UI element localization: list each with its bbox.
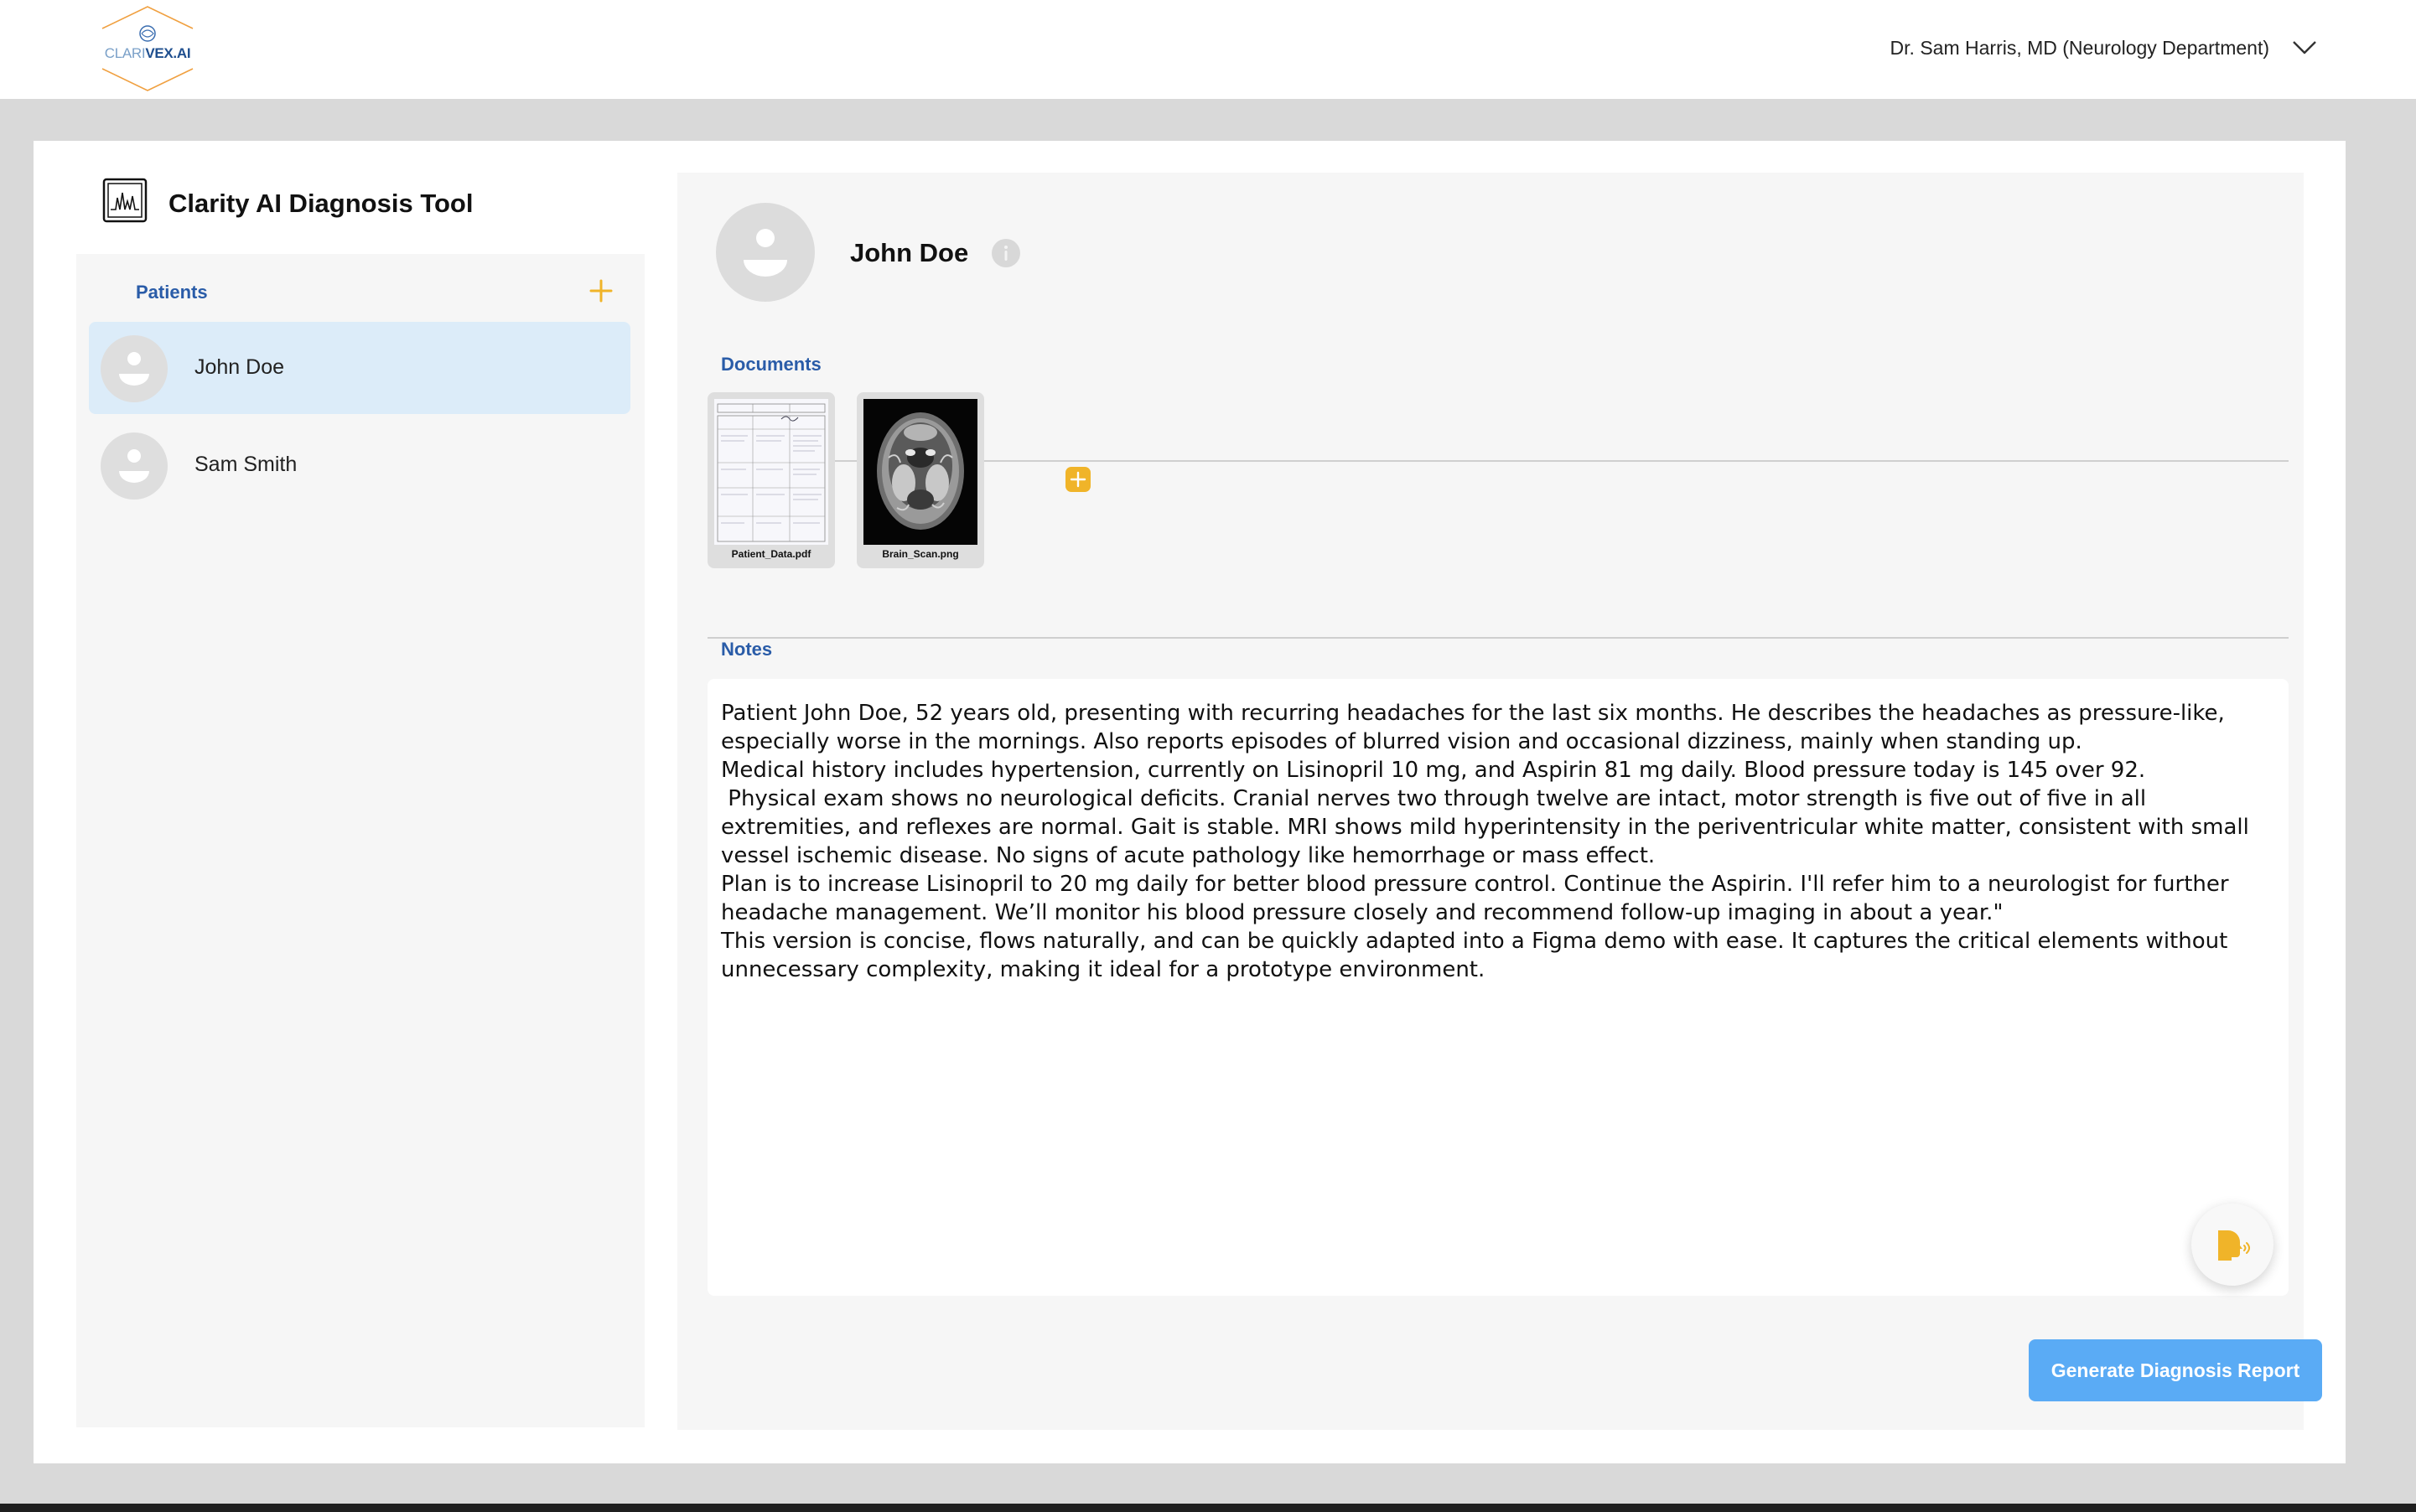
patient-row-sam-smith[interactable]: Sam Smith [89, 419, 630, 511]
info-icon[interactable] [991, 238, 1021, 268]
document-file-name: Patient_Data.pdf [731, 548, 811, 560]
patient-name: John Doe [194, 355, 285, 379]
patient-name: Sam Smith [194, 453, 298, 476]
pdf-document-thumbnail [714, 399, 828, 545]
speaking-head-icon [2218, 1230, 2250, 1261]
notes-section-label: Notes [721, 639, 773, 660]
app-title: Clarity AI Diagnosis Tool [168, 189, 474, 218]
generate-diagnosis-report-button[interactable]: Generate Diagnosis Report [2029, 1339, 2322, 1401]
documents-section-label: Documents [721, 354, 822, 375]
bottom-edge [0, 1504, 2416, 1512]
logo-text: CLARIVEX.AI [104, 45, 191, 61]
patients-section-label: Patients [136, 282, 208, 303]
brain-scan-thumbnail [863, 399, 977, 545]
document-tile-brain-scan[interactable]: Brain_Scan.png [857, 392, 984, 568]
document-file-name: Brain_Scan.png [882, 548, 959, 560]
patient-avatar-icon [101, 432, 168, 500]
add-document-plus-icon[interactable] [1065, 466, 1091, 493]
patient-avatar-large-icon [716, 203, 815, 302]
clarivex-logo[interactable]: CLARIVEX.AI [97, 5, 198, 92]
patient-row-john-doe[interactable]: John Doe [89, 322, 630, 414]
patient-avatar-icon [101, 335, 168, 402]
chevron-down-icon[interactable] [2292, 39, 2317, 57]
main-card: Clarity AI Diagnosis Tool Patients John … [34, 141, 2346, 1463]
patient-name-heading: John Doe [850, 238, 969, 267]
doctor-name-label[interactable]: Dr. Sam Harris, MD (Neurology Department… [1890, 37, 2269, 60]
divider [708, 637, 2289, 639]
voice-dictation-button[interactable] [2191, 1204, 2273, 1286]
waveform-monitor-icon [102, 178, 148, 223]
document-tile-patient-data[interactable]: Patient_Data.pdf [708, 392, 835, 568]
notes-text[interactable]: Patient John Doe, 52 years old, presenti… [721, 699, 2263, 984]
top-bar: CLARIVEX.AI Dr. Sam Harris, MD (Neurolog… [0, 0, 2416, 99]
notes-textarea[interactable]: Patient John Doe, 52 years old, presenti… [708, 679, 2289, 1296]
add-patient-plus-icon[interactable] [588, 278, 614, 303]
patient-detail-panel: John Doe Documents Patient_Data.pdf Brai… [677, 173, 2322, 1430]
